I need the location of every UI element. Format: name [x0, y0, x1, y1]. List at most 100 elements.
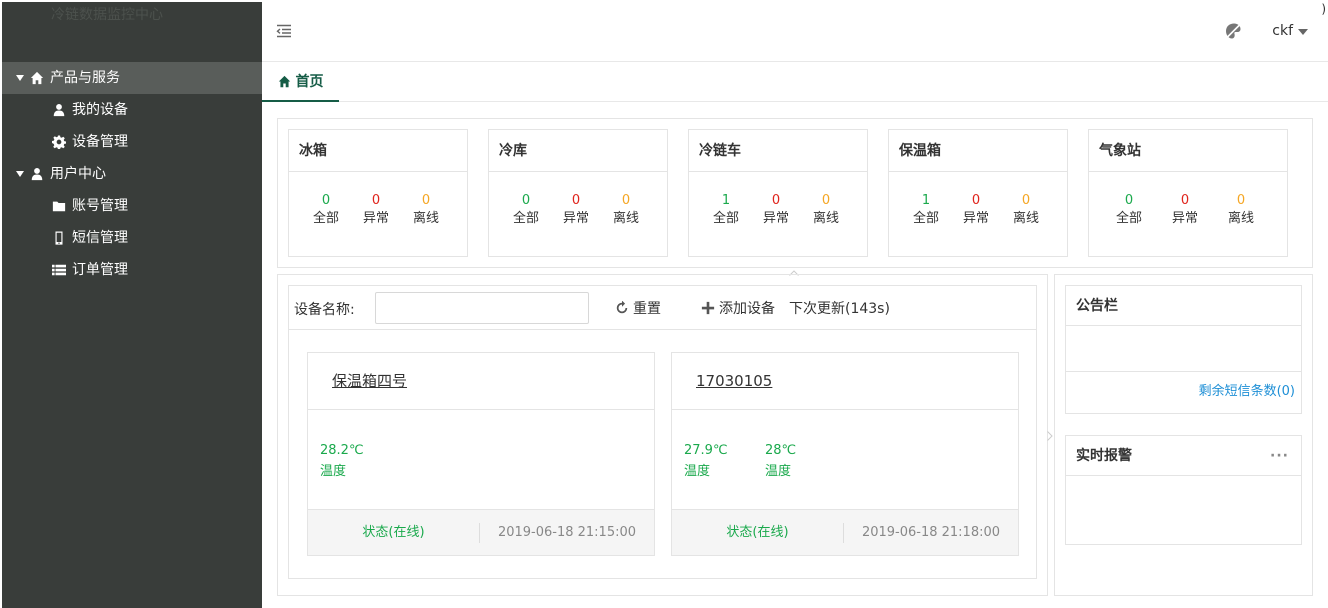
user-icon	[52, 103, 66, 117]
stat-value: 0	[371, 193, 381, 208]
tab-home[interactable]: 首页	[262, 62, 339, 102]
user-name[interactable]: ckf	[1272, 23, 1293, 39]
alarm-title-label: 实时报警	[1076, 448, 1132, 464]
phone-icon	[52, 231, 66, 245]
stat-value: 0	[821, 193, 831, 208]
sidebar-group-products[interactable]: 产品与服务	[2, 62, 262, 94]
stat-value: 0	[771, 193, 781, 208]
stat-value: 0	[571, 193, 581, 208]
sidebar-item-sms-management[interactable]: 短信管理	[2, 222, 262, 254]
list-icon	[52, 263, 66, 277]
reading-label: 温度	[684, 464, 711, 479]
stat-label: 离线	[812, 211, 839, 226]
add-device-button[interactable]: 添加设备	[701, 298, 775, 318]
stat-value: 1	[721, 193, 731, 208]
side-panel: 公告栏 剩余短信条数(0) 实时报警 ···	[1054, 274, 1313, 596]
notice-body	[1066, 326, 1301, 372]
reset-button[interactable]: 重置	[615, 298, 661, 318]
stat-value: 1	[921, 193, 931, 208]
category-summary: 冰箱 0 全部 0 异常 0 离线 冷库 0 全部 0 异常 0 离线 冷链车 1 全部 0 异…	[277, 118, 1313, 268]
collapse-up-icon[interactable]	[789, 265, 799, 276]
category-title: 保温箱	[889, 130, 1067, 172]
stat-value: 0	[621, 193, 631, 208]
device-timestamp: 2019-06-18 21:15:00	[497, 525, 637, 540]
device-name-input[interactable]	[375, 292, 589, 324]
stat-value: 0	[321, 193, 331, 208]
temperature-reading: 28℃ 温度	[765, 440, 796, 482]
stat-label: 离线	[1227, 211, 1254, 226]
sidebar-group-user-center[interactable]: 用户中心	[2, 158, 262, 190]
stat-all: 1 全部	[901, 192, 951, 228]
sidebar-item-order-management[interactable]: 订单管理	[2, 254, 262, 286]
temperature-reading: 28.2℃ 温度	[320, 440, 364, 482]
tab-bar: 首页	[262, 62, 1328, 102]
category-card-truck[interactable]: 冷链车 1 全部 0 异常 0 离线	[688, 129, 868, 257]
refresh-icon	[616, 301, 628, 314]
category-card-fridge[interactable]: 冰箱 0 全部 0 异常 0 离线	[288, 129, 468, 257]
stat-value: 0	[971, 193, 981, 208]
home-icon	[30, 71, 44, 85]
sidebar-item-my-devices[interactable]: 我的设备	[2, 94, 262, 126]
stat-abnormal: 0 异常	[551, 192, 601, 228]
notice-board: 公告栏 剩余短信条数(0)	[1065, 285, 1302, 414]
stat-label: 离线	[1012, 211, 1039, 226]
sidebar-item-account-management[interactable]: 账号管理	[2, 190, 262, 222]
user-menu[interactable]: ckf	[1224, 22, 1308, 40]
caret-down-icon	[16, 75, 24, 81]
stat-value: 0	[521, 193, 531, 208]
stat-label: 全部	[512, 211, 539, 226]
stat-value: 0	[421, 193, 431, 208]
stat-label: 异常	[1171, 211, 1198, 226]
folder-icon	[52, 199, 66, 213]
reading-label: 温度	[765, 464, 792, 479]
device-footer: 状态(在线) 2019-06-18 21:15:00	[308, 509, 654, 555]
user-icon	[30, 167, 44, 181]
stat-label: 全部	[912, 211, 939, 226]
next-update-countdown: 下次更新(143s)	[789, 301, 890, 317]
caret-down-icon	[16, 171, 24, 177]
notice-title: 公告栏	[1066, 286, 1301, 326]
stat-label: 异常	[962, 211, 989, 226]
temperature-reading: 27.9℃ 温度	[684, 440, 728, 482]
caret-down-icon[interactable]	[1298, 29, 1308, 35]
home-icon	[278, 75, 290, 87]
stat-abnormal: 0 异常	[1157, 192, 1213, 228]
tab-label: 首页	[295, 74, 324, 90]
alarm-title: 实时报警 ···	[1066, 436, 1301, 476]
stat-label: 离线	[612, 211, 639, 226]
collapse-right-icon[interactable]	[1047, 430, 1053, 441]
device-name-link[interactable]: 保温箱四号	[308, 353, 654, 410]
device-panel-inner: 设备名称: 重置 添加设备 下次更新(143s) 保温箱四号 28.2℃ 温度 …	[288, 285, 1037, 579]
sidebar-toggle-icon[interactable]	[276, 24, 292, 38]
stat-offline: 0 离线	[1213, 192, 1269, 228]
more-options-icon[interactable]: ···	[1270, 436, 1289, 476]
sms-remaining-link[interactable]: 剩余短信条数(0)	[1066, 372, 1301, 412]
stat-value: 0	[1124, 193, 1134, 208]
skin-icon[interactable]	[1224, 22, 1242, 40]
stat-label: 异常	[762, 211, 789, 226]
stat-all: 0 全部	[501, 192, 551, 228]
sidebar-item-label: 短信管理	[72, 230, 128, 246]
device-name-link[interactable]: 17030105	[672, 353, 1018, 410]
corner-mark: )	[1321, 2, 1326, 16]
stat-all: 0 全部	[301, 192, 351, 228]
category-card-insulated-box[interactable]: 保温箱 1 全部 0 异常 0 离线	[888, 129, 1068, 257]
sidebar-item-device-management[interactable]: 设备管理	[2, 126, 262, 158]
stat-label: 离线	[412, 211, 439, 226]
device-timestamp: 2019-06-18 21:18:00	[861, 525, 1001, 540]
stat-label: 异常	[362, 211, 389, 226]
stat-abnormal: 0 异常	[751, 192, 801, 228]
reading-label: 温度	[320, 464, 347, 479]
category-title: 冰箱	[289, 130, 467, 172]
category-card-weather-station[interactable]: 气象站 0 全部 0 异常 0 离线	[1088, 129, 1288, 257]
stat-value: 0	[1180, 193, 1190, 208]
reading-value: 27.9℃	[684, 443, 728, 458]
sidebar-item-label: 账号管理	[72, 198, 128, 214]
realtime-alarm-panel: 实时报警 ···	[1065, 435, 1302, 545]
sidebar-item-label: 订单管理	[72, 262, 128, 278]
stat-label: 全部	[712, 211, 739, 226]
sidebar-item-label: 我的设备	[72, 102, 128, 118]
gear-icon	[52, 135, 66, 149]
category-card-cold-storage[interactable]: 冷库 0 全部 0 异常 0 离线	[488, 129, 668, 257]
stat-offline: 0 离线	[801, 192, 851, 228]
